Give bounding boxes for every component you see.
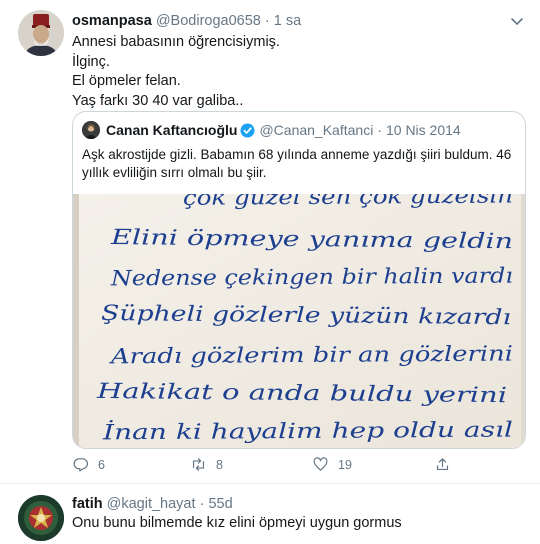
quoted-author-handle[interactable]: @Canan_Kaftanci (259, 121, 373, 139)
retweet-count: 8 (216, 457, 223, 472)
separator-dot: · (199, 496, 205, 512)
tweet-text-line: İlginç. (72, 53, 110, 70)
emblem-avatar-icon (18, 495, 64, 541)
chevron-down-icon[interactable] (510, 14, 524, 28)
reply-button[interactable]: 6 (72, 456, 105, 473)
retweet-button[interactable]: 8 (190, 456, 223, 473)
tweet-text: Annesi babasının öğrencisiymiş. İlginç. … (72, 33, 512, 111)
reply-text: Onu bunu bilmemde kız elini öpmeyi uygun… (72, 515, 402, 531)
quoted-avatar-icon (82, 121, 100, 139)
poem-line: çok güzel sen çok güzelsin (183, 194, 513, 210)
like-button[interactable]: 19 (312, 456, 352, 473)
poem-line: Aradı gözlerim bir an gözlerini (108, 342, 513, 369)
reply-icon (73, 458, 89, 472)
poem-line: Nedense çekingen bir halin vardı (110, 264, 513, 291)
author-handle[interactable]: @kagit_hayat (107, 496, 196, 512)
handwritten-poem-image[interactable]: çok güzel sen çok güzelsin Elini öpmeye y… (73, 194, 525, 448)
reply-count: 6 (98, 457, 105, 472)
reply-time[interactable]: 55d (208, 496, 232, 512)
tweet-actions: 6 8 19 (72, 456, 512, 476)
heart-icon (313, 457, 328, 471)
quoted-tweet-header: Canan Kaftancıoğlu @Canan_Kaftanci · 10 … (82, 121, 465, 139)
reply-tweet[interactable]: fatih @kagit_hayat · 55d Onu bunu bilmem… (0, 485, 540, 544)
poem-line: Elini öpmeye yanıma geldin (110, 225, 514, 253)
verified-badge-icon (240, 122, 255, 138)
quoted-tweet-time[interactable]: 10 Nis 2014 (386, 121, 461, 139)
share-button[interactable] (434, 456, 460, 473)
avatar[interactable] (18, 495, 64, 541)
main-tweet[interactable]: osmanpasa @Bodiroga0658 · 1 sa Annesi ba… (0, 0, 540, 484)
author-name[interactable]: osmanpasa (72, 13, 152, 29)
like-count: 19 (338, 457, 352, 472)
quoted-tweet-text: Aşk akrostijde gizli. Babamın 68 yılında… (82, 147, 512, 180)
quoted-avatar[interactable] (82, 121, 100, 139)
share-icon (436, 458, 449, 471)
author-handle[interactable]: @Bodiroga0658 (156, 13, 261, 29)
avatar[interactable] (18, 10, 64, 56)
tweet-header: osmanpasa @Bodiroga0658 · 1 sa (72, 12, 301, 30)
retweet-icon (192, 458, 205, 471)
author-name[interactable]: fatih (72, 496, 103, 512)
reply-header: fatih @kagit_hayat · 55d (72, 495, 233, 513)
tweet-time[interactable]: 1 sa (274, 13, 301, 29)
portrait-avatar-icon (18, 10, 64, 56)
poem-line: İnan ki hayalim hep oldu asıl (102, 418, 513, 445)
poem-photo: çok güzel sen çok güzelsin Elini öpmeye y… (73, 194, 525, 448)
tweet-text-line: Yaş farkı 30 40 var galiba.. (72, 92, 244, 109)
tweet-text-line: Annesi babasının öğrencisiymiş. (72, 34, 280, 50)
tweet-text-line: El öpmeler felan. (72, 73, 181, 89)
quoted-author-name[interactable]: Canan Kaftancıoğlu (106, 121, 237, 139)
poem-line: Şüpheli gözlerle yüzün kızardı (101, 301, 511, 329)
quoted-tweet[interactable]: Canan Kaftancıoğlu @Canan_Kaftanci · 10 … (72, 111, 526, 449)
poem-line: Hakikat o anda buldu yerini (96, 379, 508, 407)
separator-dot: · (264, 13, 270, 29)
separator-dot: · (377, 122, 382, 138)
